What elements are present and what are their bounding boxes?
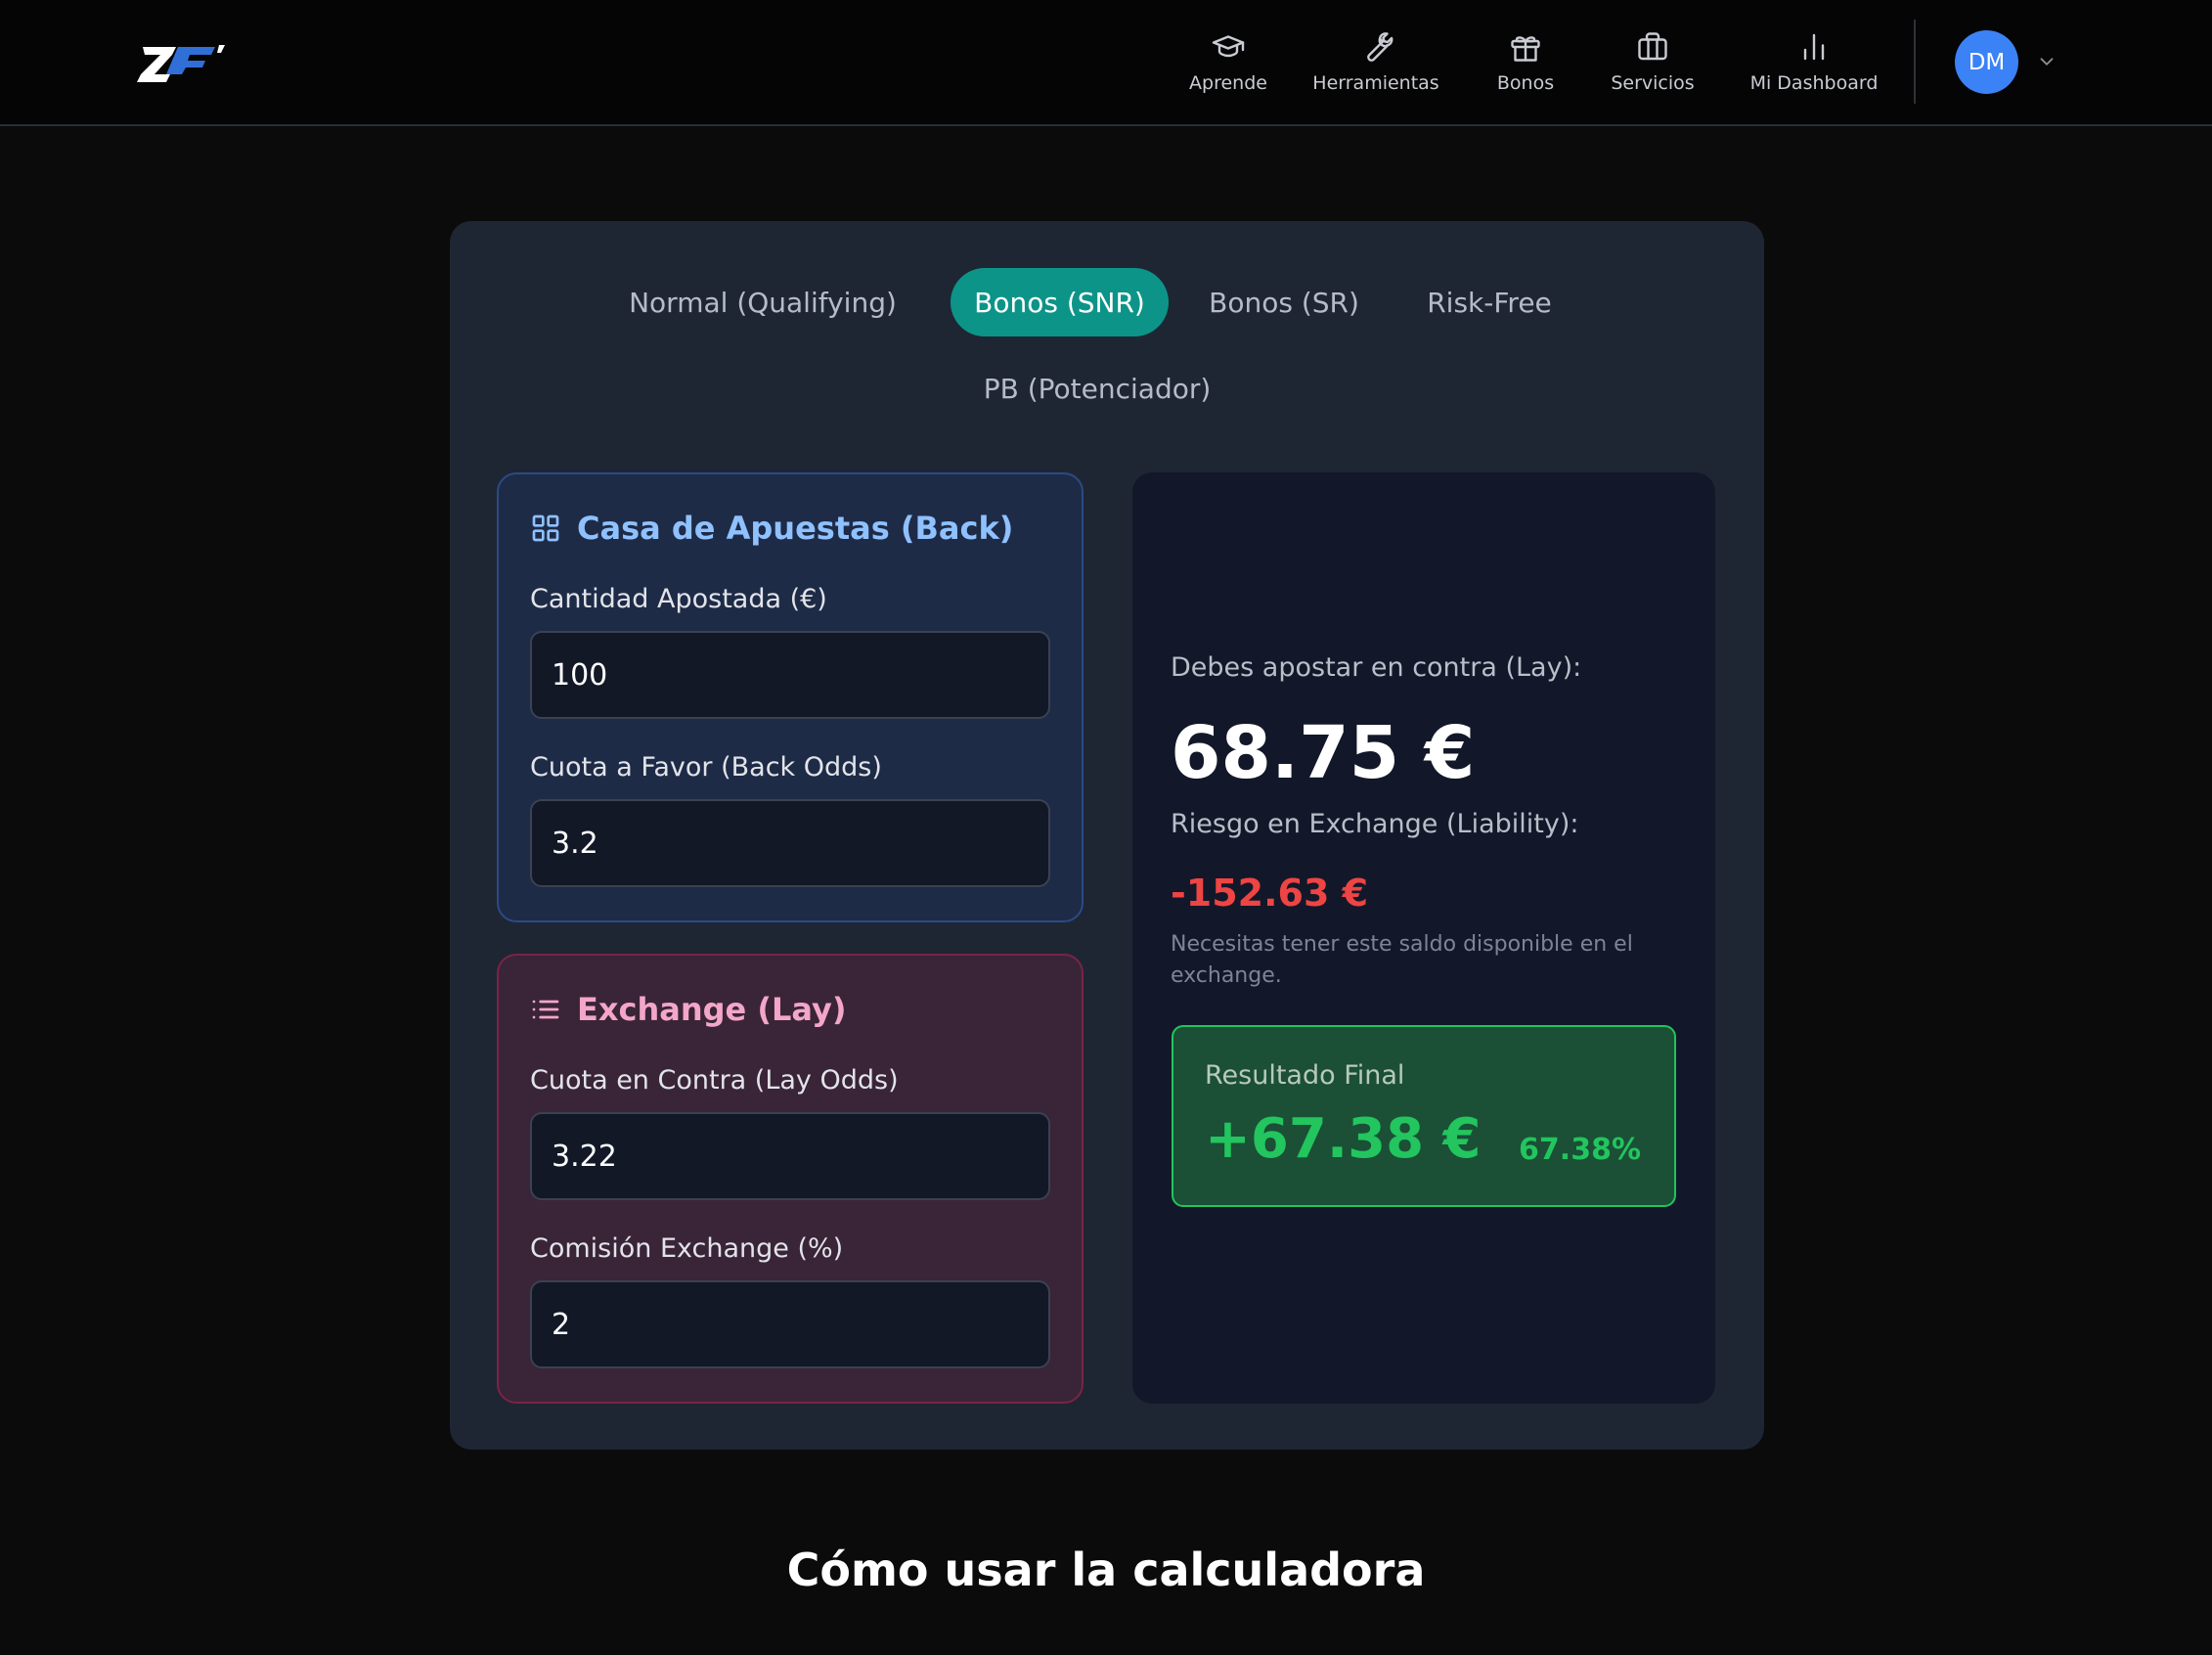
liability-note: Necesitas tener este saldo disponible en…	[1171, 932, 1633, 988]
back-odds-label: Cuota a Favor (Back Odds)	[530, 752, 882, 783]
stake-input[interactable]	[530, 631, 1050, 719]
nav-item-bonos[interactable]: Bonos	[1486, 29, 1565, 94]
nav-item-servicios[interactable]: Servicios	[1604, 29, 1702, 94]
final-result-value: +67.38 €	[1205, 1107, 1482, 1171]
calculator-card: Normal (Qualifying) Bonos (SNR) Bonos (S…	[450, 221, 1764, 1450]
chevron-down-icon[interactable]	[2036, 51, 2057, 72]
tab-bonos-snr[interactable]: Bonos (SNR)	[951, 268, 1169, 336]
back-panel-title: Casa de Apuestas (Back)	[530, 510, 1013, 547]
lay-panel-title-text: Exchange (Lay)	[577, 991, 847, 1028]
nav-label: Mi Dashboard	[1749, 72, 1879, 94]
nav-item-herramientas[interactable]: Herramientas	[1312, 29, 1439, 94]
logo[interactable]	[137, 39, 227, 88]
gift-icon	[1511, 36, 1540, 62]
stake-label: Cantidad Apostada (€)	[530, 584, 827, 614]
list-icon	[532, 1000, 559, 1019]
final-result-percent: 67.38%	[1519, 1133, 1641, 1167]
briefcase-icon	[1638, 32, 1667, 61]
back-odds-input[interactable]	[530, 799, 1050, 887]
nav-label: Servicios	[1611, 72, 1695, 94]
liability-label: Riesgo en Exchange (Liability):	[1171, 809, 1579, 839]
nav-label: Aprende	[1189, 72, 1267, 94]
final-result-label: Resultado Final	[1205, 1060, 1405, 1091]
final-result-box: Resultado Final +67.38 € 67.38%	[1172, 1025, 1676, 1207]
bar-chart-icon	[1803, 33, 1825, 61]
tab-pb-potenciador[interactable]: PB (Potenciador)	[984, 354, 1212, 423]
nav-label: Herramientas	[1312, 72, 1439, 94]
nav-item-mi-dashboard[interactable]: Mi Dashboard	[1741, 29, 1887, 94]
tab-normal-qualifying[interactable]: Normal (Qualifying)	[629, 268, 897, 336]
tab-bonos-sr[interactable]: Bonos (SR)	[1201, 268, 1367, 336]
commission-label: Comisión Exchange (%)	[530, 1233, 844, 1264]
liability-value: -152.63 €	[1171, 872, 1369, 915]
top-navbar: Aprende Herramientas Bonos Servicios Mi …	[0, 0, 2212, 126]
nav-item-aprende[interactable]: Aprende	[1173, 29, 1283, 94]
grid-icon	[532, 514, 559, 542]
tab-risk-free[interactable]: Risk-Free	[1418, 268, 1561, 336]
wrench-icon	[1367, 32, 1394, 62]
lay-odds-input[interactable]	[530, 1112, 1050, 1200]
graduation-cap-icon	[1212, 35, 1245, 58]
commission-input[interactable]	[530, 1280, 1050, 1368]
user-avatar[interactable]: DM	[1955, 30, 2018, 94]
back-panel: Casa de Apuestas (Back) Cantidad Apostad…	[497, 472, 1084, 922]
nav-divider	[1914, 20, 1916, 104]
nav-label: Bonos	[1496, 72, 1555, 94]
lay-panel-title: Exchange (Lay)	[530, 991, 846, 1028]
section-heading: Cómo usar la calculadora	[786, 1543, 1426, 1596]
lay-stake-value: 68.75 €	[1171, 711, 1476, 795]
back-panel-title-text: Casa de Apuestas (Back)	[577, 510, 1014, 547]
lay-odds-label: Cuota en Contra (Lay Odds)	[530, 1065, 899, 1096]
results-panel: Debes apostar en contra (Lay): 68.75 € R…	[1132, 472, 1715, 1404]
lay-panel: Exchange (Lay) Cuota en Contra (Lay Odds…	[497, 954, 1084, 1404]
lay-stake-label: Debes apostar en contra (Lay):	[1171, 652, 1582, 683]
